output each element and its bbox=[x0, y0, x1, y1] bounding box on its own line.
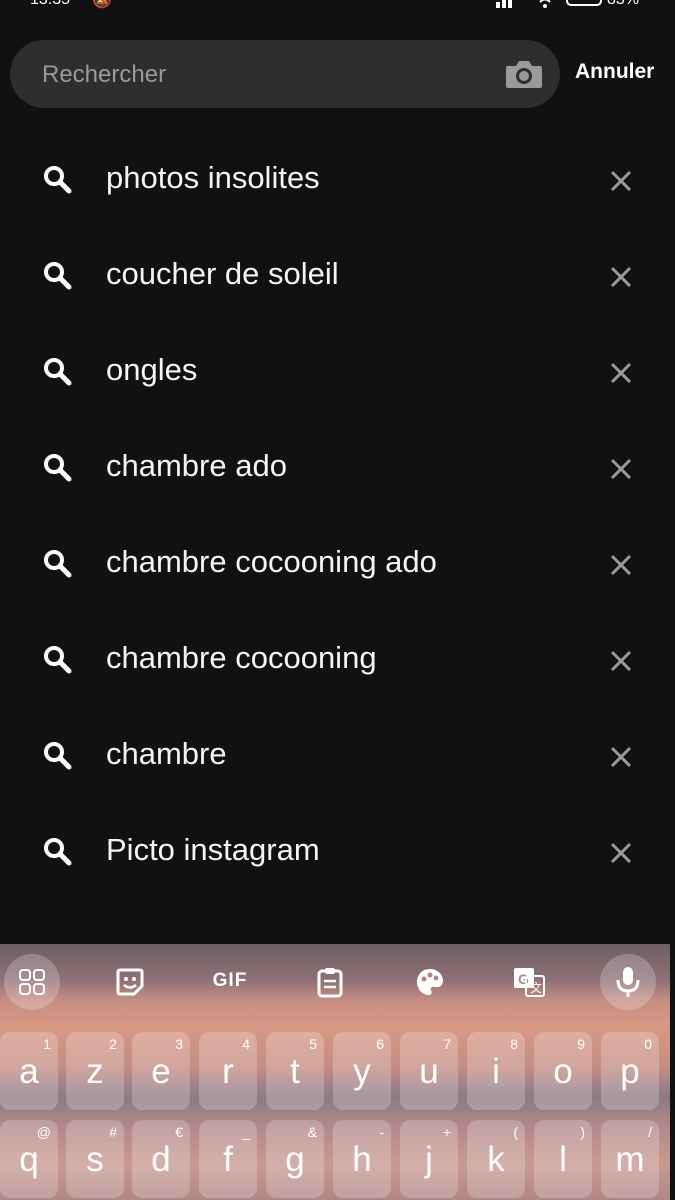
microphone-icon[interactable] bbox=[600, 954, 656, 1010]
key[interactable]: h - bbox=[333, 1120, 391, 1198]
history-query: chambre cocooning bbox=[106, 640, 377, 675]
key[interactable]: i 8 bbox=[467, 1032, 525, 1110]
translate-icon[interactable]: G 文 bbox=[500, 954, 556, 1010]
search-icon bbox=[44, 550, 72, 578]
key[interactable]: z 2 bbox=[66, 1032, 124, 1110]
status-bar: 13:35 🔕 83% bbox=[0, 0, 675, 14]
gif-label: GIF bbox=[212, 970, 248, 991]
notification-muted-icon: 🔕 bbox=[92, 0, 112, 9]
search-icon bbox=[44, 358, 72, 386]
close-icon[interactable] bbox=[606, 166, 636, 196]
search-icon bbox=[44, 646, 72, 674]
key[interactable]: u 7 bbox=[400, 1032, 458, 1110]
key[interactable]: d € bbox=[132, 1120, 190, 1198]
svg-text:G: G bbox=[518, 971, 529, 987]
svg-text:文: 文 bbox=[530, 980, 542, 995]
close-icon[interactable] bbox=[606, 742, 636, 772]
key[interactable]: q @ bbox=[0, 1120, 58, 1198]
key[interactable]: j + bbox=[400, 1120, 458, 1198]
key[interactable]: p 0 bbox=[601, 1032, 659, 1110]
close-icon[interactable] bbox=[606, 550, 636, 580]
history-item[interactable]: ongles bbox=[0, 322, 675, 418]
status-time: 13:35 bbox=[30, 0, 70, 9]
key[interactable]: f _ bbox=[199, 1120, 257, 1198]
search-icon bbox=[44, 166, 72, 194]
apps-grid-icon[interactable] bbox=[4, 954, 60, 1010]
search-icon bbox=[44, 838, 72, 866]
battery-percent: 83% bbox=[607, 0, 639, 9]
history-query: chambre cocooning ado bbox=[106, 544, 437, 579]
key[interactable]: t 5 bbox=[266, 1032, 324, 1110]
close-icon[interactable] bbox=[606, 358, 636, 388]
key[interactable]: s # bbox=[66, 1120, 124, 1198]
search-icon bbox=[44, 262, 72, 290]
key[interactable]: r 4 bbox=[199, 1032, 257, 1110]
history-item[interactable]: photos insolites bbox=[0, 130, 675, 226]
close-icon[interactable] bbox=[606, 646, 636, 676]
search-bar[interactable] bbox=[10, 40, 560, 110]
battery-icon bbox=[566, 0, 602, 6]
key[interactable]: a 1 bbox=[0, 1032, 58, 1110]
search-icon bbox=[44, 742, 72, 770]
key[interactable]: g & bbox=[266, 1120, 324, 1198]
keyboard: GIF G 文 a 1 z 2 e 3 r 4 t 5 y 6 u 7 i 8 … bbox=[0, 944, 670, 1200]
clipboard-icon[interactable] bbox=[302, 954, 358, 1010]
gif-icon[interactable]: GIF bbox=[202, 954, 258, 1010]
history-query: coucher de soleil bbox=[106, 256, 339, 291]
key[interactable]: e 3 bbox=[132, 1032, 190, 1110]
close-icon[interactable] bbox=[606, 262, 636, 292]
cancel-button[interactable]: Annuler bbox=[575, 60, 654, 84]
key[interactable]: l ) bbox=[534, 1120, 592, 1198]
history-item[interactable]: Picto instagram bbox=[0, 802, 675, 898]
signal-icon bbox=[496, 0, 512, 8]
keyboard-toolbar: GIF G 文 bbox=[0, 944, 670, 1018]
camera-icon[interactable] bbox=[504, 56, 544, 92]
sticker-icon[interactable] bbox=[102, 954, 158, 1010]
search-icon bbox=[44, 454, 72, 482]
close-icon[interactable] bbox=[606, 838, 636, 868]
history-query: chambre ado bbox=[106, 448, 287, 483]
history-item[interactable]: chambre ado bbox=[0, 418, 675, 514]
history-query: ongles bbox=[106, 352, 198, 387]
history-query: Picto instagram bbox=[106, 832, 320, 867]
history-query: photos insolites bbox=[106, 160, 320, 195]
history-item[interactable]: chambre cocooning ado bbox=[0, 514, 675, 610]
history-item[interactable]: coucher de soleil bbox=[0, 226, 675, 322]
close-icon[interactable] bbox=[606, 454, 636, 484]
key[interactable]: y 6 bbox=[333, 1032, 391, 1110]
search-input[interactable] bbox=[40, 40, 484, 110]
history-query: chambre bbox=[106, 736, 227, 771]
key[interactable]: k ( bbox=[467, 1120, 525, 1198]
palette-icon[interactable] bbox=[402, 954, 458, 1010]
history-item[interactable]: chambre bbox=[0, 706, 675, 802]
key[interactable]: o 9 bbox=[534, 1032, 592, 1110]
history-item[interactable]: chambre cocooning bbox=[0, 610, 675, 706]
key[interactable]: m / bbox=[601, 1120, 659, 1198]
wifi-icon bbox=[539, 0, 551, 8]
